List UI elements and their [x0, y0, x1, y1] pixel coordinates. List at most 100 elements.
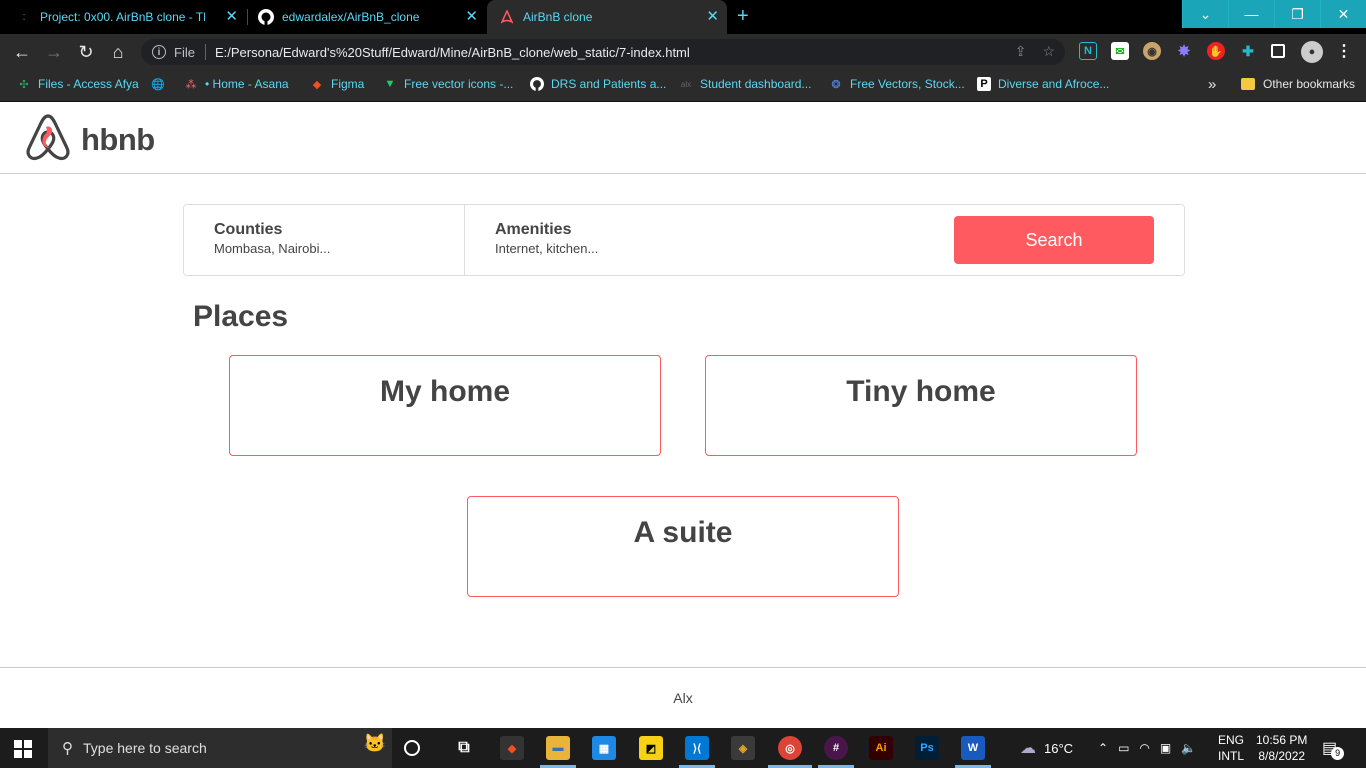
address-bar[interactable]: i File E:/Persona/Edward's%20Stuff/Edwar…: [141, 39, 1065, 65]
logo-text: hbnb: [81, 121, 155, 157]
bookmark-item[interactable]: ▼ Free vector icons -...: [383, 77, 514, 91]
search-button[interactable]: Search: [954, 216, 1154, 264]
amenities-value: Internet, kitchen...: [495, 241, 599, 256]
close-icon[interactable]: ✕: [465, 9, 478, 24]
close-window-icon[interactable]: ✕: [1320, 0, 1366, 28]
place-card[interactable]: A suite: [467, 496, 899, 597]
tab-airbnb-clone[interactable]: AirBnB clone ✕: [487, 0, 727, 34]
filters-section: Counties Mombasa, Nairobi... Amenities I…: [183, 204, 1185, 276]
clock[interactable]: 10:56 PM 8/8/2022: [1256, 728, 1307, 768]
freepik-icon: ❂: [831, 78, 841, 91]
bookmark-item[interactable]: 🌐: [151, 77, 172, 91]
puzzle-icon[interactable]: ✚: [1239, 42, 1257, 60]
meet-icon[interactable]: ▣: [1160, 741, 1171, 755]
bookmark-item[interactable]: P Diverse and Afroce...: [977, 77, 1109, 91]
info-icon[interactable]: i: [152, 45, 166, 59]
wifi-icon[interactable]: ◠: [1139, 741, 1149, 755]
airbnb-favicon: [499, 9, 515, 25]
bookmark-label: Free Vectors, Stock...: [850, 77, 965, 91]
browser-tab-bar: : Project: 0x00. AirBnB clone - The ✕ ed…: [0, 0, 1366, 34]
minimize-icon[interactable]: —: [1228, 0, 1274, 28]
bookmark-item[interactable]: DRS and Patients a...: [530, 77, 666, 91]
logo[interactable]: hbnb: [25, 113, 155, 166]
chrome-icon[interactable]: ◎: [778, 736, 802, 760]
windows-start-icon[interactable]: [14, 740, 32, 758]
extension-n-icon[interactable]: N: [1079, 42, 1097, 60]
address-scheme: File: [174, 44, 195, 60]
illustrator-icon[interactable]: Ai: [869, 736, 893, 760]
amenities-filter[interactable]: Amenities Internet, kitchen...: [465, 205, 865, 275]
weather-temp: 16°C: [1044, 740, 1074, 756]
taskbar-search-placeholder: Type here to search: [83, 740, 207, 756]
sourcetree-icon[interactable]: ◈: [731, 736, 755, 760]
place-card[interactable]: My home: [229, 355, 661, 456]
reload-icon[interactable]: ↻: [76, 42, 96, 62]
tab-title: edwardalex/AirBnB_clone: [282, 10, 420, 24]
forward-arrow-icon[interactable]: →: [44, 42, 64, 62]
battery-icon[interactable]: ▭: [1118, 741, 1129, 755]
bookmark-label: Files - Access Afya: [38, 77, 139, 91]
profile-avatar-icon[interactable]: ●: [1301, 41, 1323, 63]
tab-project[interactable]: : Project: 0x00. AirBnB clone - The ✕: [16, 0, 246, 34]
extension-avatar-icon[interactable]: ◉: [1143, 42, 1161, 60]
bookmark-label: Diverse and Afroce...: [998, 77, 1110, 91]
tab-github[interactable]: edwardalex/AirBnB_clone ✕: [258, 0, 486, 34]
chevron-up-icon[interactable]: ⌃: [1098, 741, 1108, 755]
photoshop-icon[interactable]: Ps: [915, 736, 939, 760]
extension-burst-icon[interactable]: ✸: [1175, 42, 1193, 60]
sticky-notes-icon[interactable]: ◩: [639, 736, 663, 760]
bookmark-item[interactable]: ⁂ • Home - Asana: [184, 77, 289, 91]
volume-icon[interactable]: 🔈: [1181, 741, 1196, 755]
window-controls: ⌄ — ❐ ✕: [1182, 0, 1366, 28]
language-indicator[interactable]: ENG INTL: [1218, 728, 1244, 768]
lang-bottom: INTL: [1218, 749, 1245, 763]
word-icon[interactable]: W: [961, 736, 985, 760]
bookmark-label: • Home - Asana: [205, 77, 289, 91]
bookmark-star-icon[interactable]: ☆: [1042, 43, 1055, 60]
search-icon: ⚲: [62, 740, 73, 757]
close-icon[interactable]: ✕: [225, 9, 238, 24]
task-view-icon[interactable]: ⧉: [452, 736, 476, 760]
globe-icon: 🌐: [151, 78, 165, 91]
vector-icon: ▼: [384, 78, 396, 90]
system-tray: ⌃ ▭ ◠ ▣ 🔈: [1098, 728, 1196, 768]
new-tab-icon[interactable]: +: [737, 6, 749, 26]
place-card[interactable]: Tiny home: [705, 355, 1137, 456]
lang-top: ENG: [1218, 733, 1245, 747]
weather-widget[interactable]: ☁ 16°C: [1020, 728, 1073, 768]
share-icon[interactable]: ⇪: [1015, 43, 1027, 60]
chevron-double-right-icon[interactable]: »: [1208, 76, 1216, 93]
slack-icon[interactable]: #: [824, 736, 848, 760]
tab-search-icon[interactable]: ⌄: [1182, 0, 1228, 28]
restore-icon[interactable]: ❐: [1274, 0, 1320, 28]
extension-mail-icon[interactable]: ✉: [1111, 42, 1129, 60]
figma-app-icon[interactable]: ◆: [500, 736, 524, 760]
menu-kebab-icon[interactable]: ⋮: [1335, 42, 1353, 60]
taskbar-search[interactable]: ⚲ Type here to search 🐱: [48, 728, 392, 768]
bookmark-label: Free vector icons -...: [404, 77, 514, 91]
cortana-icon[interactable]: [404, 740, 420, 756]
address-url: E:/Persona/Edward's%20Stuff/Edward/Mine/…: [214, 44, 690, 60]
site-footer: Alx: [0, 667, 1366, 728]
other-bookmarks[interactable]: Other bookmarks: [1241, 77, 1355, 91]
site-header: hbnb: [0, 103, 1366, 174]
places-title: Places: [193, 300, 289, 333]
file-explorer-icon[interactable]: ▬: [546, 736, 570, 760]
search-highlight-icon: 🐱: [363, 733, 386, 753]
notification-center[interactable]: ▤ 9: [1322, 728, 1345, 768]
bookmark-item[interactable]: ✣ Files - Access Afya: [17, 77, 139, 91]
side-panel-icon[interactable]: [1271, 44, 1285, 58]
bookmark-item[interactable]: ❂ Free Vectors, Stock...: [829, 77, 965, 91]
vscode-icon[interactable]: ⟩⟨: [685, 736, 709, 760]
back-arrow-icon[interactable]: ←: [12, 42, 32, 62]
bookmark-item[interactable]: ◆ Figma: [310, 77, 365, 91]
bookmark-item[interactable]: alx Student dashboard...: [679, 77, 812, 91]
bookmark-label: Student dashboard...: [700, 77, 812, 91]
close-icon[interactable]: ✕: [706, 9, 719, 24]
extension-stop-icon[interactable]: ✋: [1207, 42, 1225, 60]
p-icon: P: [977, 77, 991, 91]
counties-filter[interactable]: Counties Mombasa, Nairobi...: [184, 205, 465, 275]
store-icon[interactable]: ▦: [592, 736, 616, 760]
notification-count: 9: [1331, 746, 1345, 760]
home-icon[interactable]: ⌂: [108, 42, 128, 62]
